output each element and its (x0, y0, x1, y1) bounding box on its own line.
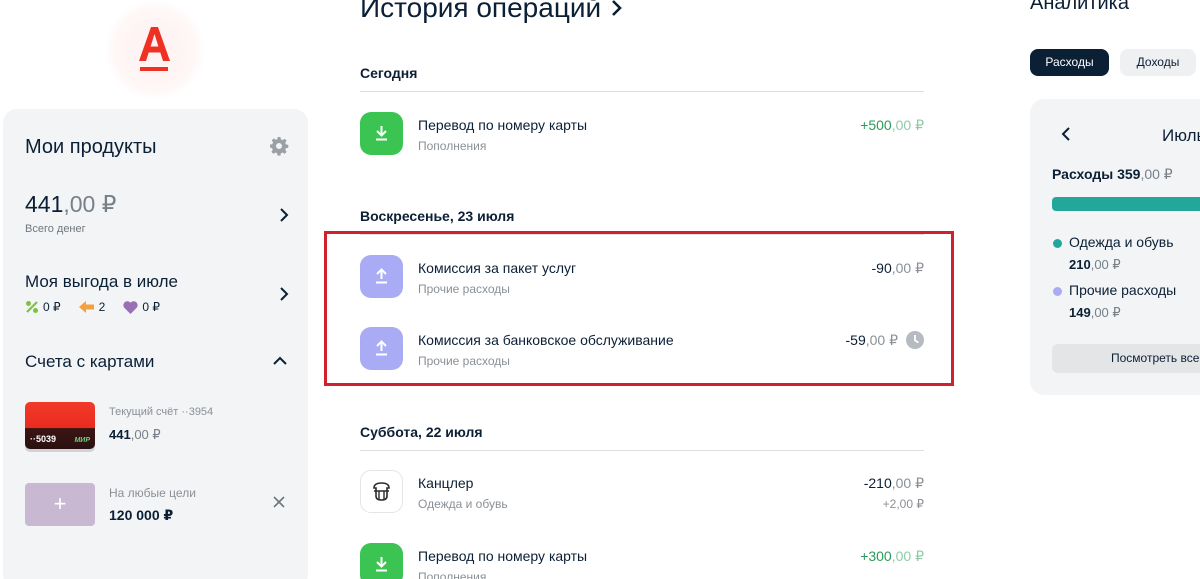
chevron-right-icon[interactable] (277, 287, 291, 301)
arrow-left-icon (78, 301, 94, 313)
transaction-amount: -210,00 ₽ (864, 475, 924, 492)
legend-value: 149,00 ₽ (1069, 305, 1121, 321)
legend-value-cents: ,00 ₽ (1090, 305, 1121, 320)
transaction-amount-main: +500 (860, 117, 892, 133)
account-balance-main: 441 (109, 427, 131, 442)
benefit-heart-value: 0 ₽ (142, 300, 160, 314)
highlight-box (324, 231, 954, 386)
transaction-row[interactable]: Перевод по номеру карты Пополнения +300,… (360, 543, 924, 579)
download-icon (360, 112, 403, 155)
goal-value: 120 000 ₽ (109, 507, 174, 523)
percent-icon (26, 301, 38, 313)
day-header-today: Сегодня (360, 65, 418, 81)
day-header-sunday: Воскресенье, 23 июля (360, 208, 515, 224)
tab-expenses[interactable]: Расходы (1030, 49, 1109, 76)
products-panel: Мои продукты 441,00 ₽ Всего денег Моя вы… (3, 109, 308, 579)
account-balance-cents: ,00 ₽ (130, 427, 161, 442)
transaction-category: Одежда и обувь (418, 497, 508, 511)
analytics-expenses-label: Расходы 359 (1052, 166, 1141, 182)
download-icon (360, 543, 403, 579)
products-title: Мои продукты (25, 136, 157, 158)
legend-name: Прочие расходы (1069, 282, 1177, 298)
total-balance-label: Всего денег (25, 223, 86, 235)
chevron-left-icon[interactable] (1059, 127, 1073, 141)
transaction-amount-cents: ,00 ₽ (891, 117, 924, 133)
history-title-text: История операций (360, 0, 602, 23)
transaction-amount-main: -210 (863, 475, 892, 491)
chevron-right-icon (612, 0, 622, 16)
legend-name: Одежда и обувь (1069, 234, 1174, 250)
alfa-logo[interactable] (138, 25, 174, 71)
day-header-saturday: Суббота, 22 июля (360, 424, 483, 440)
analytics-expenses-cents: ,00 ₽ (1140, 166, 1173, 182)
add-goal-button[interactable]: + (25, 483, 95, 526)
account-card-image[interactable]: ··5039 МИР (25, 402, 95, 449)
close-icon[interactable] (272, 495, 286, 509)
benefit-summary: 0 ₽ 2 0 ₽ (25, 300, 160, 314)
tab-income[interactable]: Доходы (1120, 49, 1196, 76)
transaction-category: Пополнения (418, 570, 487, 579)
day-divider (360, 91, 924, 92)
transaction-name: Перевод по номеру карты (418, 117, 588, 133)
history-title[interactable]: История операций (360, 0, 625, 24)
card-system-logo: МИР (74, 437, 90, 444)
chevron-up-icon[interactable] (273, 354, 287, 368)
analytics-expenses-total: Расходы 359,00 ₽ (1052, 166, 1173, 183)
transaction-amount-cents: ,00 ₽ (891, 548, 924, 564)
benefit-percent-value: 0 ₽ (43, 300, 61, 314)
transaction-name: Канцлер (418, 475, 474, 491)
transaction-amount-main: +300 (860, 548, 892, 564)
legend-value-cents: ,00 ₽ (1090, 257, 1121, 272)
day-divider (360, 450, 924, 451)
total-balance-cents: ,00 ₽ (63, 191, 117, 217)
account-name[interactable]: Текущий счёт ··3954 (109, 406, 213, 418)
total-balance-main: 441 (25, 191, 64, 217)
transaction-row[interactable]: Перевод по номеру карты Пополнения +500,… (360, 112, 924, 158)
transaction-amount: +300,00 ₽ (860, 548, 924, 565)
expenses-bar (1052, 197, 1200, 211)
benefit-title[interactable]: Моя выгода в июле (25, 272, 178, 292)
legend-value-main: 149 (1069, 305, 1091, 320)
legend-dot (1053, 239, 1062, 248)
benefit-arrows-value: 2 (98, 300, 106, 314)
transaction-row[interactable]: Канцлер Одежда и обувь -210,00 ₽ +2,00 ₽ (360, 470, 924, 516)
alfa-logo-bar (140, 67, 168, 71)
analytics-panel: Июль Расходы 359,00 ₽ Одежда и обувь 210… (1030, 99, 1200, 395)
alfa-logo-icon (139, 27, 170, 61)
transaction-amount: +500,00 ₽ (860, 117, 924, 134)
analytics-title: Аналитика (1030, 0, 1129, 14)
legend-value-main: 210 (1069, 257, 1091, 272)
transaction-category: Пополнения (418, 139, 487, 153)
card-number: ··5039 (30, 434, 57, 444)
gear-icon[interactable] (269, 136, 289, 156)
total-balance[interactable]: 441,00 ₽ (25, 191, 116, 218)
view-all-button[interactable]: Посмотреть все (1052, 344, 1200, 373)
transaction-name: Перевод по номеру карты (418, 548, 588, 564)
accounts-title: Счета с картами (25, 352, 155, 371)
heart-icon (123, 300, 138, 314)
goal-name[interactable]: На любые цели (109, 486, 196, 500)
account-balance: 441,00 ₽ (109, 427, 161, 443)
merchant-logo-icon (360, 470, 403, 513)
chevron-right-icon[interactable] (277, 208, 291, 222)
analytics-month: Июль (1162, 126, 1200, 145)
legend-value: 210,00 ₽ (1069, 257, 1121, 273)
transaction-cashback: +2,00 ₽ (882, 497, 924, 511)
transaction-amount-cents: ,00 ₽ (891, 475, 924, 491)
legend-dot (1053, 287, 1062, 296)
